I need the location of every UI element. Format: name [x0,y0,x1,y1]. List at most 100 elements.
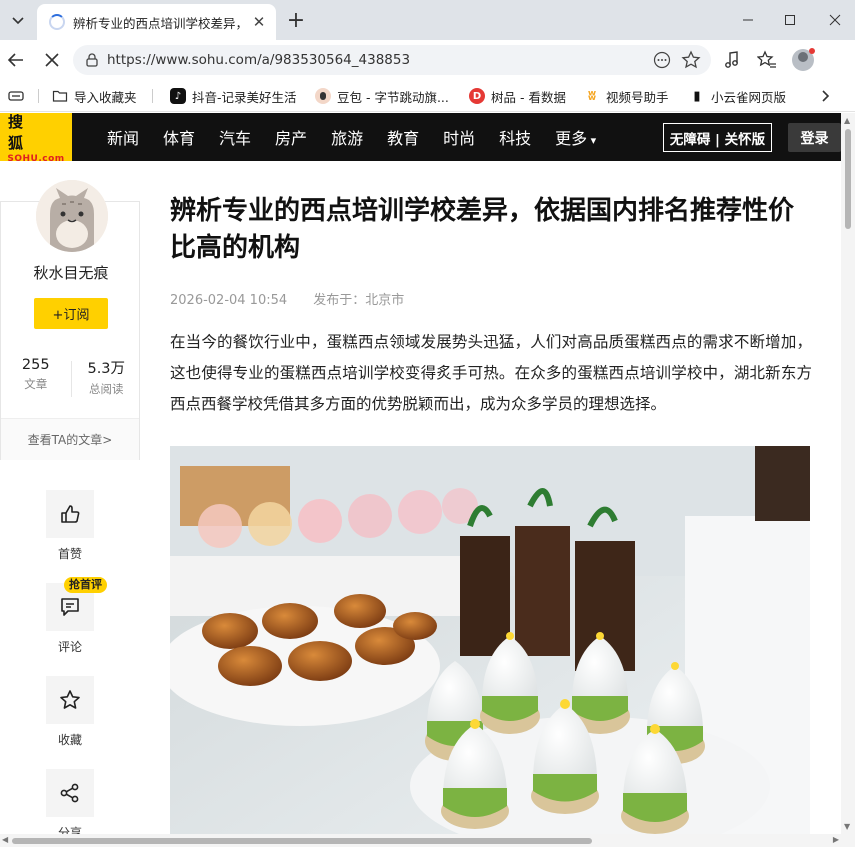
publish-date: 2026-02-04 10:54 [170,293,288,308]
subscribe-button[interactable]: +订阅 [34,298,108,329]
tab-title: 辨析专业的西点培训学校差异，依 [73,15,244,31]
favorite-action[interactable]: 收藏 [46,676,94,748]
author-avatar[interactable] [36,180,108,252]
arrow-left-icon [7,53,23,67]
logo-cn-text: 搜 狐 [8,113,34,152]
tab-actions-menu[interactable] [5,8,31,32]
bookmark-shipinhao[interactable]: ʬ 视频号助手 [584,86,669,106]
share-icon [60,783,79,803]
bookmark-doubao[interactable]: 豆包 - 字节跳动旗... [315,86,449,106]
article-meta: 2026-02-04 10:54 发布于：北京市 [170,289,426,308]
favorites-button[interactable] [755,48,779,72]
bookmark-label: 豆包 - 字节跳动旗... [337,89,449,105]
back-button[interactable] [3,47,29,73]
stop-loading-button[interactable] [39,47,65,73]
toolbar: https://www.sohu.com/a/983530564_438853 [0,40,855,80]
nav-fashion[interactable]: 时尚 [443,125,475,149]
login-button[interactable]: 登录 [788,123,841,152]
scroll-down-arrow-icon[interactable]: ▼ [844,822,850,831]
minimize-button[interactable] [734,8,762,32]
reads-count: 5.3万 [87,361,126,377]
nav-tech[interactable]: 科技 [499,125,531,149]
accessibility-button[interactable]: 无障碍 | 关怀版 [663,123,772,152]
page-viewport: 搜 狐 SOHU.com 新闻 体育 汽车 房产 旅游 教育 时尚 科技 更多 … [0,113,841,834]
horizontal-scrollbar[interactable]: ◀ ▶ [0,834,855,847]
bookmark-douyin[interactable]: ♪ 抖音-记录美好生活 [170,86,297,106]
site-nav-bar: 搜 狐 SOHU.com 新闻 体育 汽车 房产 旅游 教育 时尚 科技 更多 … [0,113,841,164]
scroll-right-arrow-icon[interactable]: ▶ [833,835,839,844]
articles-count: 255 [21,357,50,373]
share-button[interactable] [46,769,94,817]
like-button[interactable] [46,490,94,538]
bookmark-label: 小云雀网页版 [711,89,787,105]
add-favorite-icon[interactable] [681,50,701,70]
nav-more[interactable]: 更多 [555,125,596,149]
scroll-left-arrow-icon[interactable]: ◀ [2,835,8,844]
favorite-label: 收藏 [57,733,82,747]
douyin-icon: ♪ [170,88,186,104]
like-action[interactable]: 首赞 [46,490,94,562]
bookmark-label: 抖音-记录美好生活 [192,89,297,105]
close-window-button[interactable] [821,8,849,32]
nav-news[interactable]: 新闻 [107,125,139,149]
first-comment-badge: 抢首评 [64,577,107,593]
lock-icon[interactable] [84,52,100,68]
publish-location: 发布于：北京市 [313,293,405,308]
more-options-circle-icon[interactable] [653,51,671,69]
nav-sports[interactable]: 体育 [163,125,195,149]
logo-en-text: SOHU.com [7,153,65,164]
tab-strip: 辨析专业的西点培训学校差异，依 ✕ + [0,0,855,40]
nav-travel[interactable]: 旅游 [331,125,363,149]
folder-icon [52,90,68,102]
active-tab[interactable]: 辨析专业的西点培训学校差异，依 ✕ [37,4,276,40]
sohu-logo[interactable]: 搜 狐 SOHU.com [0,113,72,164]
favorite-button[interactable] [46,676,94,724]
reading-list-button[interactable] [8,86,24,106]
xiaoyunque-icon: ▮ [693,88,701,104]
minimize-icon [743,19,753,21]
url-text: https://www.sohu.com/a/983530564_438853 [107,52,411,68]
author-stats: 255 文章 5.3万 总阅读 [1,357,141,397]
more-bookmarks-button[interactable] [818,86,832,106]
articles-label: 文章 [24,377,48,391]
channel-nav: 新闻 体育 汽车 房产 旅游 教育 时尚 科技 更多 [107,113,620,161]
close-icon [829,14,841,26]
bookmarks-bar: 导入收藏夹 ♪ 抖音-记录美好生活 豆包 - 字节跳动旗... D 树品 - 看… [0,80,855,112]
vertical-scrollbar[interactable]: ▲ ▼ [841,113,855,834]
scroll-up-arrow-icon[interactable]: ▲ [844,116,850,125]
comment-action[interactable]: 抢首评 评论 [46,577,107,655]
nav-auto[interactable]: 汽车 [219,125,251,149]
star-icon [60,690,80,709]
comment-button[interactable]: 抢首评 [46,577,107,631]
new-tab-button[interactable]: + [284,8,308,33]
media-control-button[interactable] [720,48,744,72]
comment-label: 评论 [57,640,82,654]
close-tab-icon[interactable]: ✕ [250,13,268,31]
like-label: 首赞 [57,547,82,561]
bookmark-shupin[interactable]: D 树品 - 看数据 [469,86,566,106]
share-action[interactable]: 分享 [46,769,94,834]
bookmark-xiaoyunque[interactable]: ▮ 小云雀网页版 [689,86,786,106]
chevron-down-icon [12,17,24,25]
address-bar[interactable]: https://www.sohu.com/a/983530564_438853 [73,45,711,75]
reads-label: 总阅读 [89,382,124,396]
bookmark-import[interactable]: 导入收藏夹 [52,86,137,106]
bookmark-label: 树品 - 看数据 [491,89,566,105]
bookmark-label: 导入收藏夹 [74,89,137,105]
horizontal-scroll-thumb[interactable] [12,838,592,844]
nav-education[interactable]: 教育 [387,125,419,149]
dessert-photo-image [170,446,810,834]
maximize-button[interactable] [776,8,804,32]
reads-stat: 5.3万 总阅读 [72,357,142,397]
tab-list-icon [8,91,24,101]
nav-house[interactable]: 房产 [275,125,307,149]
article-photo[interactable] [170,446,810,834]
chevron-right-icon [822,90,830,102]
profile-button[interactable] [791,48,815,72]
author-name[interactable]: 秋水目无痕 [1,262,141,283]
vertical-scroll-thumb[interactable] [845,129,851,229]
view-author-articles-link[interactable]: 查看TA的文章> [1,418,139,460]
comment-icon [61,598,79,616]
close-icon [45,53,59,67]
divider [152,89,153,103]
